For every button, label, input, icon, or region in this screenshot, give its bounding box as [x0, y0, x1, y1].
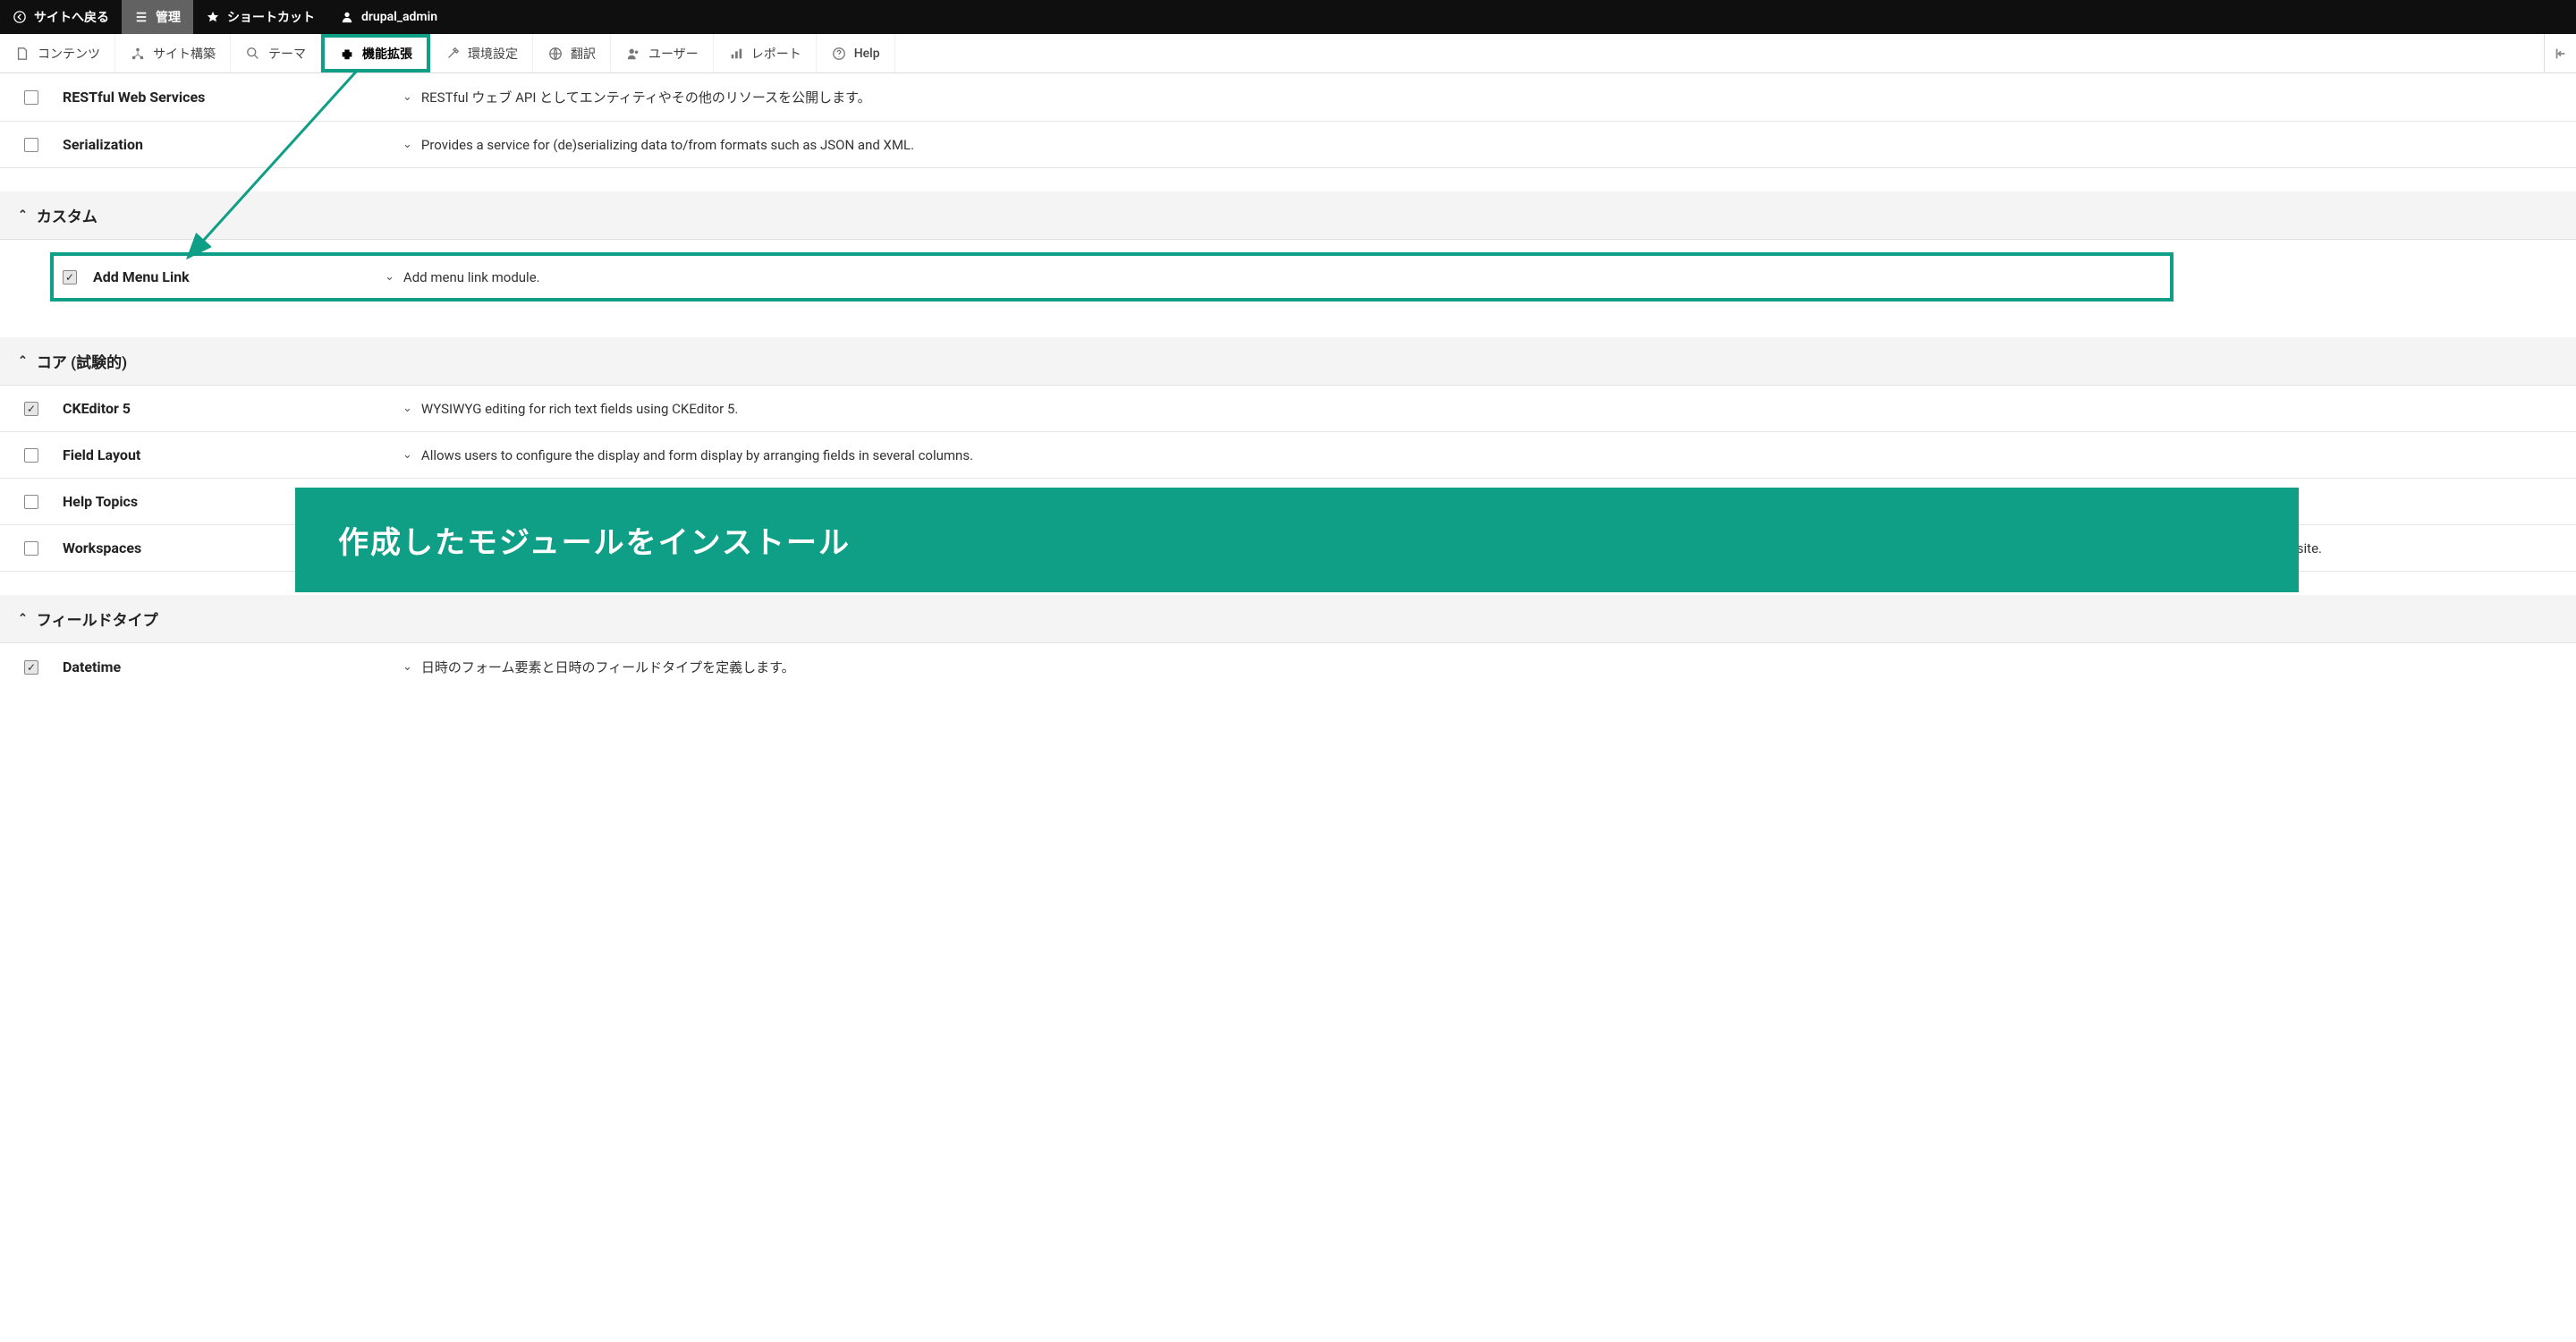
collapse-toolbar-button[interactable]: [2544, 34, 2576, 72]
expand-icon[interactable]: ⌄: [402, 90, 412, 104]
module-checkbox[interactable]: [63, 270, 77, 285]
star-icon: [206, 10, 220, 24]
tab-translate[interactable]: 翻訳: [533, 34, 611, 72]
module-description: Allows users to configure the display an…: [421, 447, 973, 463]
module-description: 日時のフォーム要素と日時のフィールドタイプを定義します。: [421, 658, 795, 676]
module-description: WYSIWYG editing for rich text fields usi…: [421, 401, 738, 417]
module-description: RESTful ウェブ API としてエンティティやその他のリソースを公開します…: [421, 88, 871, 106]
hamburger-icon: [134, 10, 148, 24]
config-icon: [445, 46, 461, 62]
module-row: Datetime ⌄ 日時のフォーム要素と日時のフィールドタイプを定義します。: [0, 643, 2576, 691]
module-row: CKEditor 5 ⌄ WYSIWYG editing for rich te…: [0, 386, 2576, 432]
module-checkbox[interactable]: [24, 660, 38, 675]
module-checkbox[interactable]: [24, 448, 38, 463]
tab-extend[interactable]: 機能拡張: [321, 34, 430, 72]
module-description: Add menu link module.: [403, 269, 540, 285]
module-name: Add Menu Link: [80, 268, 385, 285]
tab-content[interactable]: コンテンツ: [0, 34, 115, 72]
content-icon: [14, 46, 30, 62]
collapse-icon: ⌃: [18, 208, 28, 222]
module-row: Add Menu Link ⌄ Add menu link module.: [54, 256, 2170, 298]
back-to-site-label: サイトへ戻る: [34, 8, 109, 26]
tab-structure-label: サイト構築: [153, 45, 216, 63]
module-name: Field Layout: [63, 446, 402, 463]
tab-content-label: コンテンツ: [38, 45, 100, 63]
tab-help[interactable]: Help: [817, 34, 895, 72]
expand-icon[interactable]: ⌄: [385, 270, 394, 284]
module-name: CKEditor 5: [63, 400, 402, 417]
tab-reports[interactable]: レポート: [714, 34, 817, 72]
tab-structure[interactable]: サイト構築: [115, 34, 231, 72]
module-checkbox[interactable]: [24, 138, 38, 152]
annotation-banner: 作成したモジュールをインストール: [295, 488, 2299, 592]
shortcuts-link[interactable]: ショートカット: [193, 0, 327, 34]
module-row: Serialization ⌄ Provides a service for (…: [0, 122, 2576, 168]
expand-icon[interactable]: ⌄: [402, 660, 412, 674]
people-icon: [625, 46, 641, 62]
collapse-icon: ⌃: [18, 354, 28, 368]
module-row: Field Layout ⌄ Allows users to configure…: [0, 432, 2576, 479]
modules-list: RESTful Web Services ⌄ RESTful ウェブ API と…: [0, 73, 2576, 726]
reports-icon: [728, 46, 744, 62]
module-checkbox[interactable]: [24, 541, 38, 556]
section-title: カスタム: [37, 204, 97, 226]
tab-people-label: ユーザー: [648, 45, 699, 63]
tab-people[interactable]: ユーザー: [611, 34, 714, 72]
shortcuts-label: ショートカット: [227, 8, 315, 26]
back-to-site-link[interactable]: サイトへ戻る: [0, 0, 122, 34]
section-title: フィールドタイプ: [37, 607, 158, 630]
tab-translate-label: 翻訳: [571, 45, 596, 63]
highlighted-module-box: Add Menu Link ⌄ Add menu link module.: [50, 252, 2174, 302]
section-header-field-types[interactable]: ⌃ フィールドタイプ: [0, 595, 2576, 643]
appearance-icon: [245, 46, 261, 62]
expand-icon[interactable]: ⌄: [402, 138, 412, 151]
section-header-core-experimental[interactable]: ⌃ コア (試験的): [0, 337, 2576, 386]
admin-topbar: サイトへ戻る 管理 ショートカット drupal_admin: [0, 0, 2576, 34]
user-icon: [340, 10, 354, 24]
module-checkbox[interactable]: [24, 90, 38, 105]
manage-link[interactable]: 管理: [122, 0, 193, 34]
tab-appearance[interactable]: テーマ: [231, 34, 321, 72]
module-checkbox[interactable]: [24, 495, 38, 509]
collapse-icon: ⌃: [18, 612, 28, 625]
translate-icon: [547, 46, 564, 62]
module-checkbox[interactable]: [24, 402, 38, 416]
back-icon: [13, 10, 27, 24]
module-name: RESTful Web Services: [63, 89, 402, 106]
tab-appearance-label: テーマ: [268, 45, 306, 63]
module-name: Datetime: [63, 658, 402, 675]
expand-icon[interactable]: ⌄: [402, 448, 412, 462]
tab-extend-label: 機能拡張: [362, 45, 412, 63]
user-link[interactable]: drupal_admin: [327, 0, 450, 34]
module-row: RESTful Web Services ⌄ RESTful ウェブ API と…: [0, 73, 2576, 122]
tab-config[interactable]: 環境設定: [430, 34, 533, 72]
annotation-banner-text: 作成したモジュールをインストール: [338, 525, 851, 561]
section-title: コア (試験的): [37, 350, 127, 372]
tab-reports-label: レポート: [751, 45, 801, 63]
expand-icon[interactable]: ⌄: [402, 402, 412, 415]
section-header-custom[interactable]: ⌃ カスタム: [0, 191, 2576, 240]
help-icon: [831, 46, 847, 62]
extend-icon: [339, 46, 355, 62]
tab-config-label: 環境設定: [468, 45, 518, 63]
module-description: Provides a service for (de)serializing d…: [421, 137, 914, 153]
tab-help-label: Help: [854, 47, 880, 61]
module-name: Serialization: [63, 136, 402, 153]
structure-icon: [130, 46, 146, 62]
admin-tabbar: コンテンツ サイト構築 テーマ 機能拡張 環境設定 翻訳 ユーザー レポート: [0, 34, 2576, 73]
user-label: drupal_admin: [361, 10, 437, 24]
manage-label: 管理: [156, 8, 181, 26]
